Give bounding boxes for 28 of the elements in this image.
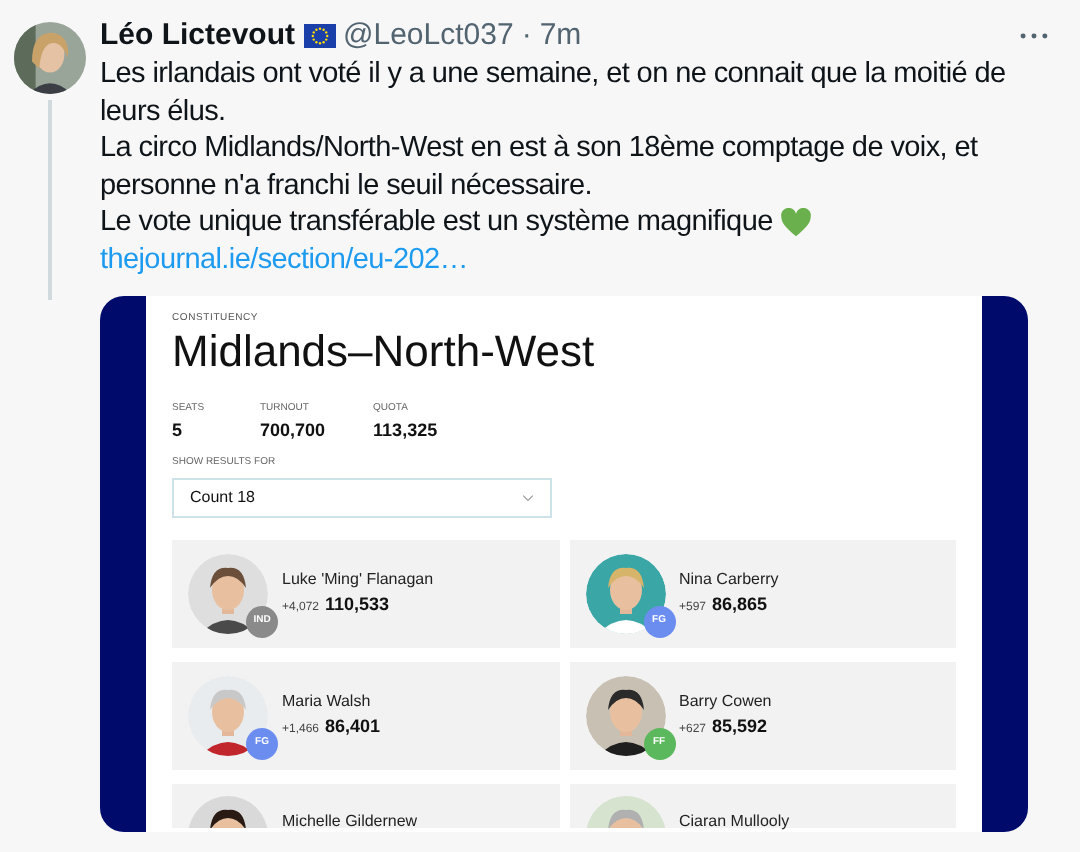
heart-icon	[780, 208, 813, 239]
candidate-card[interactable]: Ciaran Mullooly	[569, 783, 956, 828]
tweet-text: Le vote unique transférable est un système magnifique	[100, 204, 773, 242]
candidate-name: Ciaran Mullooly	[679, 809, 790, 832]
vote-total: 85,592	[712, 713, 768, 740]
count-dropdown[interactable]: Count 18	[172, 477, 552, 518]
candidate-name: Maria Walsh	[282, 689, 373, 714]
author-handle[interactable]: @LeoLct037	[343, 16, 514, 56]
vote-total: 86,401	[325, 713, 381, 740]
separator: ·	[521, 16, 532, 56]
stat-value: 113,325	[373, 417, 438, 444]
vote-total: 86,865	[712, 591, 768, 618]
candidate-card[interactable]: Michelle Gildernew	[172, 783, 559, 828]
timestamp[interactable]: 7m	[539, 16, 582, 56]
more-icon[interactable]	[1020, 32, 1048, 40]
candidate-name: Michelle Gildernew	[282, 809, 418, 832]
author-name[interactable]: Léo Lictevout	[100, 16, 296, 56]
tweet-text: Les irlandais ont voté il y a une semaine, et on ne connait que la moitié de leurs élus.	[100, 56, 1008, 131]
constituency-title: Midlands–North-West	[172, 326, 597, 379]
vote-total: 110,533	[325, 591, 390, 618]
candidate-name: Nina Carberry	[679, 567, 779, 592]
candidate-name: Luke 'Ming' Flanagan	[282, 567, 434, 592]
tweet-text: La circo Midlands/North-West en est à son 18ème comptage de voix, et personne n'a franchi le seuil nécessaire.	[100, 130, 980, 205]
stat-value: 5	[172, 417, 185, 444]
flag-icon	[303, 24, 336, 48]
candidate-name: Barry Cowen	[679, 689, 772, 714]
chevron-icon	[522, 493, 534, 502]
stat-value: 700,700	[260, 417, 326, 444]
